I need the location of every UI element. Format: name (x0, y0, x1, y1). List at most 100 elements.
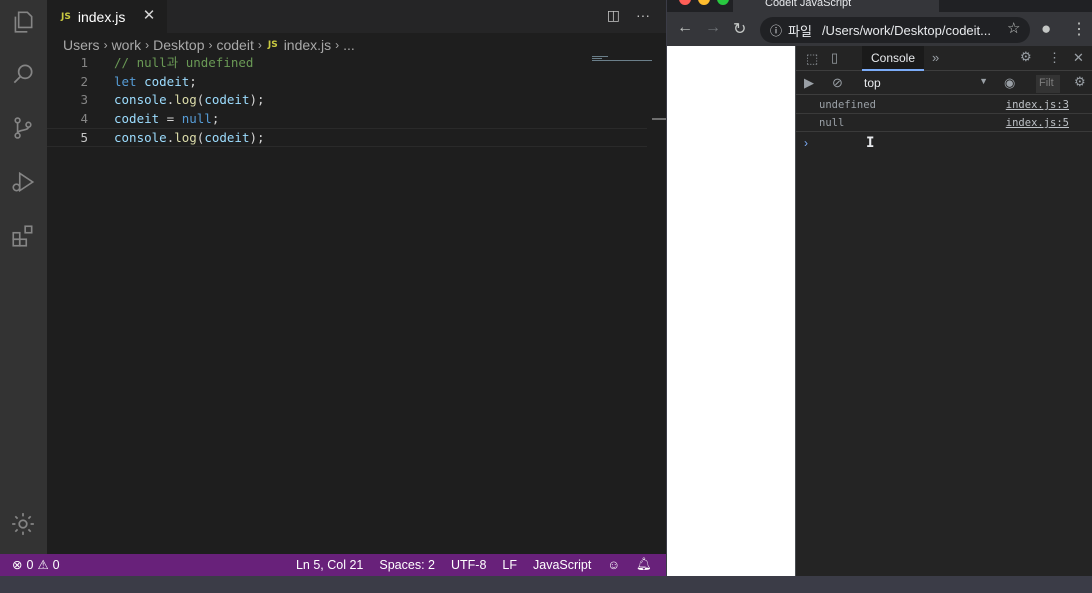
code-token: codeit (114, 110, 160, 126)
log-message: null (819, 117, 845, 129)
log-source-link[interactable]: index.js:5 (1006, 117, 1069, 129)
breadcrumb-item[interactable]: codeit (216, 37, 253, 53)
code-line[interactable]: 5 console.log(codeit); (47, 128, 647, 147)
browser-tab-title: Codeit JavaScript (765, 0, 852, 9)
clear-console-icon[interactable]: ⊘ (832, 75, 843, 91)
zoom-window-icon[interactable] (717, 0, 729, 5)
code-line[interactable]: 4 codeit = null; (47, 110, 647, 129)
device-toolbar-icon[interactable]: ▯ (831, 50, 838, 66)
more-tabs-icon[interactable]: » (932, 50, 939, 65)
source-control-icon[interactable] (8, 113, 38, 143)
cursor-position[interactable]: Ln 5, Col 21 (296, 558, 363, 572)
sidebar-toggle-icon[interactable]: ▶ (804, 75, 814, 91)
extensions-icon[interactable] (8, 221, 38, 251)
text-cursor-icon: I (866, 135, 875, 151)
split-editor-icon[interactable]: ◫ (607, 7, 620, 24)
minimap[interactable] (592, 56, 652, 64)
code-token: = (159, 110, 182, 126)
page-viewport[interactable] (667, 46, 795, 576)
tab-console[interactable]: Console (862, 46, 924, 71)
devtools-menu-icon[interactable]: ⋮ (1048, 50, 1061, 66)
editor-tab-bar: JS index.js ✕ ◫ ··· (47, 0, 666, 33)
log-source-link[interactable]: index.js:3 (1006, 99, 1069, 111)
language-mode[interactable]: JavaScript (533, 558, 591, 572)
indentation[interactable]: Spaces: 2 (379, 558, 435, 572)
close-window-icon[interactable] (679, 0, 691, 5)
scrollbar-marker[interactable] (652, 118, 666, 120)
line-number: 3 (80, 92, 88, 108)
code-text: console.log(codeit); (114, 91, 265, 110)
breadcrumb-file[interactable]: index.js (284, 37, 331, 53)
dropdown-arrow-icon: ▼ (979, 76, 988, 86)
notifications-bell-icon[interactable]: 🔔︎ (636, 557, 652, 572)
settings-gear-icon[interactable] (8, 509, 38, 539)
code-editor[interactable]: 1 // null과 undefined 2 let codeit; 3 console.… (47, 54, 647, 147)
console-filter-input[interactable]: Filt (1036, 75, 1060, 93)
devtools-panel: ⬚ ▯ Console » ⚙ ⋮ ✕ ▶ ⊘ top ▼ ◉ Filt ⚙ u… (795, 46, 1092, 576)
code-token: // null과 undefined (114, 55, 254, 70)
close-icon[interactable]: ✕ (141, 6, 157, 24)
devtools-settings-icon[interactable]: ⚙ (1020, 49, 1032, 65)
code-token: log (174, 130, 197, 146)
run-debug-icon[interactable] (8, 167, 38, 197)
browser-menu-icon[interactable]: ⋮ (1071, 19, 1087, 39)
js-file-icon: JS (267, 40, 278, 50)
code-token: codeit (204, 92, 250, 108)
breadcrumb-tail[interactable]: ... (343, 37, 355, 53)
code-text: console.log(codeit); (114, 129, 265, 148)
back-icon[interactable]: ← (677, 19, 693, 37)
more-actions-icon[interactable]: ··· (636, 7, 650, 24)
feedback-icon[interactable]: ☺ (607, 558, 620, 572)
minimize-window-icon[interactable] (698, 0, 710, 5)
context-value: top (864, 76, 881, 90)
info-icon[interactable]: ⓘ (770, 22, 782, 39)
js-file-icon: JS (61, 11, 71, 22)
error-icon: ⊗ (12, 558, 23, 572)
editor-actions: ◫ ··· (607, 7, 650, 24)
status-bar: ⊗ 0 ⚠ 0 Ln 5, Col 21 Spaces: 2 UTF-8 LF … (0, 554, 666, 576)
console-log-row: undefined index.js:3 (796, 96, 1092, 114)
devtools-tab-bar: ⬚ ▯ Console » ⚙ ⋮ ✕ (796, 46, 1092, 71)
problems-indicator[interactable]: ⊗ 0 ⚠ 0 (12, 557, 60, 573)
context-selector[interactable]: top ▼ (864, 76, 988, 92)
chevron-right-icon: › (208, 38, 213, 52)
explorer-icon[interactable] (8, 7, 38, 37)
encoding[interactable]: UTF-8 (451, 558, 486, 572)
profile-avatar-icon[interactable]: ● (1041, 19, 1051, 39)
code-line[interactable]: 3 console.log(codeit); (47, 91, 647, 110)
code-token: codeit (204, 130, 250, 146)
forward-icon[interactable]: → (705, 19, 721, 37)
live-expression-eye-icon[interactable]: ◉ (1004, 75, 1015, 91)
code-token: codeit (144, 73, 190, 89)
code-line[interactable]: 2 let codeit; (47, 73, 647, 92)
browser-tab[interactable]: Codeit JavaScript (733, 0, 939, 12)
browser-toolbar: ← → ↻ ⓘ 파일 /Users/work/Desktop/codeit...… (667, 12, 1092, 46)
file-scheme-label: 파일 (788, 23, 812, 39)
end-of-line[interactable]: LF (502, 558, 517, 572)
line-number: 4 (80, 110, 88, 126)
breadcrumb: Users › work › Desktop › codeit › JS ind… (63, 36, 355, 54)
warning-icon: ⚠ (37, 558, 49, 572)
breadcrumb-item[interactable]: Desktop (153, 37, 204, 53)
devtools-close-icon[interactable]: ✕ (1073, 50, 1084, 66)
code-line[interactable]: 1 // null과 undefined (47, 54, 647, 73)
line-number: 1 (80, 55, 88, 70)
tab-index-js[interactable]: JS index.js ✕ (47, 0, 167, 33)
reload-icon[interactable]: ↻ (733, 19, 746, 39)
console-settings-icon[interactable]: ⚙ (1074, 74, 1086, 90)
code-text: // null과 undefined (114, 54, 253, 73)
code-token: let (114, 73, 145, 89)
address-bar[interactable]: ⓘ 파일 /Users/work/Desktop/codeit... (760, 17, 1030, 43)
code-token: null (181, 110, 212, 126)
console-prompt[interactable]: › (804, 136, 808, 150)
code-token: console (114, 130, 167, 146)
breadcrumb-item[interactable]: Users (63, 37, 100, 53)
inspect-element-icon[interactable]: ⬚ (806, 51, 818, 67)
code-token: ; (189, 73, 197, 89)
chevron-right-icon: › (103, 38, 108, 52)
chevron-right-icon: › (257, 38, 262, 52)
code-token: console (114, 92, 167, 108)
bookmark-star-icon[interactable]: ☆ (1007, 19, 1020, 37)
search-icon[interactable] (8, 59, 38, 89)
breadcrumb-item[interactable]: work (112, 37, 142, 53)
